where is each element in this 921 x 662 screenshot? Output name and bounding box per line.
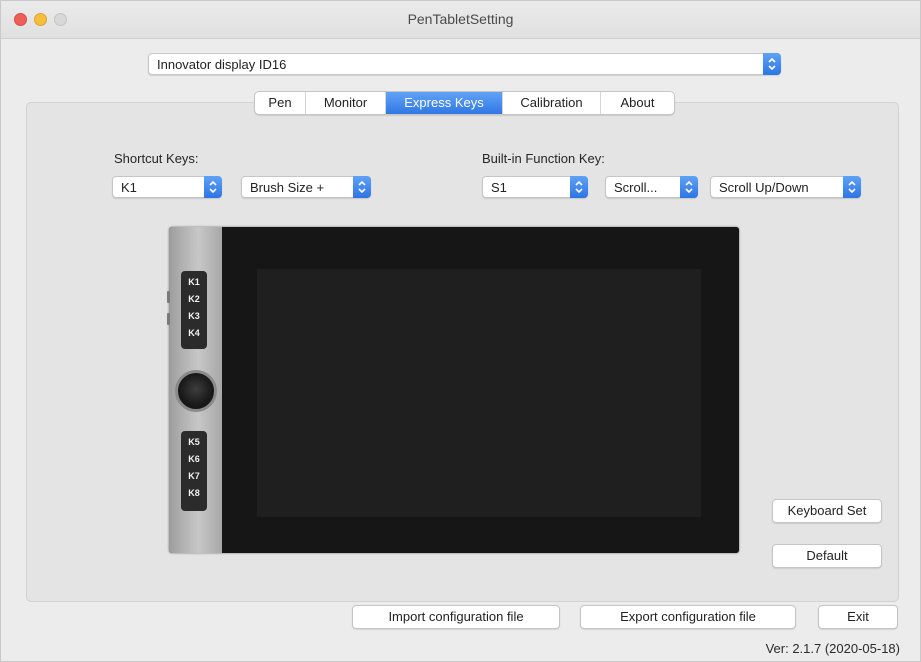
tab-pen[interactable]: Pen xyxy=(255,92,306,114)
express-key-k1[interactable]: K1 xyxy=(188,274,200,291)
builtin-function-value: Scroll... xyxy=(614,180,658,195)
tablet-bezel: K1 K2 K3 K4 K5 K6 K7 K8 xyxy=(167,227,222,553)
tablet-side-button xyxy=(167,313,170,325)
express-key-k5[interactable]: K5 xyxy=(188,434,200,451)
window-title: PenTabletSetting xyxy=(407,11,514,27)
keyboard-set-button[interactable]: Keyboard Set xyxy=(772,499,882,523)
tab-express-keys[interactable]: Express Keys xyxy=(386,92,503,114)
tablet-active-area xyxy=(257,269,701,517)
device-select-chevron-icon xyxy=(763,53,781,75)
express-key-k6[interactable]: K6 xyxy=(188,451,200,468)
tablet-screen xyxy=(222,227,739,553)
builtin-key-select[interactable]: S1 xyxy=(482,176,588,198)
tablet-illustration: K1 K2 K3 K4 K5 K6 K7 K8 xyxy=(167,227,739,553)
scroll-direction-value: Scroll Up/Down xyxy=(719,180,809,195)
device-select[interactable]: Innovator display ID16 xyxy=(148,53,781,75)
shortcut-key-chevron-icon xyxy=(204,176,222,198)
exit-button[interactable]: Exit xyxy=(818,605,898,629)
shortcut-key-select[interactable]: K1 xyxy=(112,176,222,198)
builtin-function-chevron-icon xyxy=(680,176,698,198)
shortcut-function-value: Brush Size + xyxy=(250,180,325,195)
builtin-key-value: S1 xyxy=(491,180,507,195)
express-key-k7[interactable]: K7 xyxy=(188,468,200,485)
tab-bar: Pen Monitor Express Keys Calibration Abo… xyxy=(254,91,675,115)
version-label: Ver: 2.1.7 (2020-05-18) xyxy=(765,641,900,656)
import-config-button[interactable]: Import configuration file xyxy=(352,605,560,629)
builtin-key-chevron-icon xyxy=(570,176,588,198)
express-key-k2[interactable]: K2 xyxy=(188,291,200,308)
tablet-dial[interactable] xyxy=(175,370,217,412)
tab-monitor[interactable]: Monitor xyxy=(306,92,386,114)
express-key-group-top: K1 K2 K3 K4 xyxy=(181,271,207,349)
builtin-function-select[interactable]: Scroll... xyxy=(605,176,698,198)
shortcut-keys-label: Shortcut Keys: xyxy=(114,151,199,166)
express-key-k3[interactable]: K3 xyxy=(188,308,200,325)
title-bar: PenTabletSetting xyxy=(1,1,920,39)
tablet-side-button xyxy=(167,291,170,303)
express-key-k4[interactable]: K4 xyxy=(188,325,200,342)
default-button[interactable]: Default xyxy=(772,544,882,568)
device-select-value: Innovator display ID16 xyxy=(157,57,287,72)
shortcut-function-chevron-icon xyxy=(353,176,371,198)
express-key-k8[interactable]: K8 xyxy=(188,485,200,502)
tab-about[interactable]: About xyxy=(601,92,674,114)
export-config-button[interactable]: Export configuration file xyxy=(580,605,796,629)
tab-calibration[interactable]: Calibration xyxy=(503,92,601,114)
builtin-function-key-label: Built-in Function Key: xyxy=(482,151,605,166)
express-key-group-bottom: K5 K6 K7 K8 xyxy=(181,431,207,511)
app-window: PenTabletSetting Innovator display ID16 … xyxy=(0,0,921,662)
shortcut-key-value: K1 xyxy=(121,180,137,195)
shortcut-function-select[interactable]: Brush Size + xyxy=(241,176,371,198)
scroll-direction-chevron-icon xyxy=(843,176,861,198)
scroll-direction-select[interactable]: Scroll Up/Down xyxy=(710,176,861,198)
